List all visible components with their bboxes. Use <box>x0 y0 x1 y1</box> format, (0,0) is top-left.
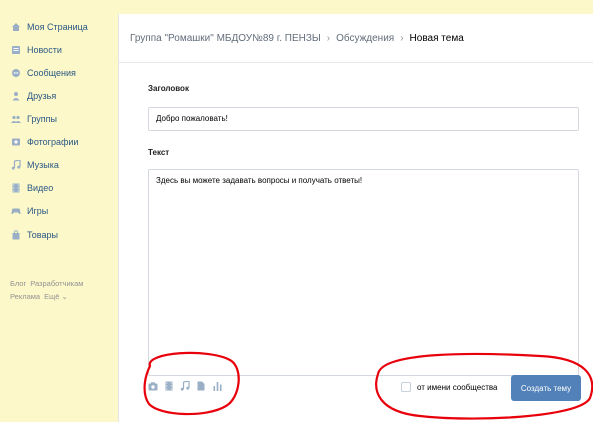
games-icon <box>10 205 22 217</box>
sidebar-item-video[interactable]: Видео <box>10 178 53 198</box>
sidebar-item-messages[interactable]: Сообщения <box>10 63 76 83</box>
home-icon <box>10 21 22 33</box>
sidebar-item-label: Новости <box>27 45 62 55</box>
sidebar-item-groups[interactable]: Группы <box>10 109 57 129</box>
footer-link-ads[interactable]: Реклама <box>10 292 40 301</box>
sidebar-item-label: Друзья <box>27 91 57 101</box>
sidebar-footer: Блог Разработчикам <box>10 279 87 288</box>
video-icon[interactable] <box>164 380 174 392</box>
sidebar-item-news[interactable]: Новости <box>10 40 62 60</box>
goods-icon <box>10 229 22 241</box>
music-icon[interactable] <box>180 380 190 392</box>
groups-icon <box>10 113 22 125</box>
breadcrumb-discussions-link[interactable]: Обсуждения <box>336 33 394 44</box>
sidebar-item-my-page[interactable]: Моя Страница <box>10 17 88 37</box>
post-as-community-option[interactable]: от имени сообщества <box>401 382 497 392</box>
topic-title-input[interactable]: Добро пожаловать! <box>148 107 579 131</box>
breadcrumb-separator: › <box>326 32 331 44</box>
left-sidebar: Моя Страница Новости Сообщения Друзья Гр… <box>0 0 118 422</box>
messages-icon <box>10 67 22 79</box>
page-title: Новая тема <box>409 32 464 44</box>
breadcrumb-separator: › <box>400 32 404 44</box>
sidebar-item-photos[interactable]: Фотографии <box>10 132 78 152</box>
friends-icon <box>10 90 22 102</box>
sidebar-item-goods[interactable]: Товары <box>10 225 58 245</box>
poll-icon[interactable] <box>212 380 222 392</box>
sidebar-item-label: Музыка <box>27 160 59 170</box>
breadcrumb-group-link[interactable]: Группа "Ромашки" МБДОУ№89 г. ПЕНЗЫ <box>130 33 321 44</box>
sidebar-item-games[interactable]: Игры <box>10 201 48 221</box>
camera-icon[interactable] <box>148 380 158 392</box>
sidebar-item-label: Группы <box>27 114 57 124</box>
camera-icon <box>10 136 22 148</box>
sidebar-item-label: Игры <box>27 206 49 216</box>
breadcrumb: Группа "Ромашки" МБДОУ№89 г. ПЕНЗЫ › Обс… <box>119 14 593 63</box>
footer-link-more[interactable]: Ещё ⌄ <box>44 292 68 301</box>
community-checkbox[interactable] <box>401 382 411 392</box>
sidebar-item-label: Видео <box>27 183 54 193</box>
sidebar-item-music[interactable]: Музыка <box>10 155 59 175</box>
attachment-toolbar <box>148 380 222 392</box>
sidebar-item-label: Товары <box>27 230 58 240</box>
document-icon[interactable] <box>196 380 206 392</box>
text-label: Текст <box>148 148 170 157</box>
footer-link-developers[interactable]: Разработчикам <box>30 279 83 288</box>
topic-text-area[interactable]: Здесь вы можете задавать вопросы и получ… <box>148 169 579 376</box>
post-as-community-label: от имени сообщества <box>417 382 498 392</box>
news-icon <box>10 44 22 56</box>
sidebar-item-label: Сообщения <box>27 68 76 78</box>
sidebar-footer-row2: Реклама Ещё ⌄ <box>10 292 72 301</box>
sidebar-item-label: Моя Страница <box>27 22 88 32</box>
new-topic-panel: Группа "Ромашки" МБДОУ№89 г. ПЕНЗЫ › Обс… <box>118 14 593 422</box>
title-label: Заголовок <box>148 84 189 93</box>
sidebar-item-label: Фотографии <box>27 137 79 147</box>
sidebar-item-friends[interactable]: Друзья <box>10 86 56 106</box>
music-icon <box>10 159 22 171</box>
create-topic-button[interactable]: Создать тему <box>511 375 581 401</box>
video-icon <box>10 182 22 194</box>
footer-link-blog[interactable]: Блог <box>10 279 26 288</box>
